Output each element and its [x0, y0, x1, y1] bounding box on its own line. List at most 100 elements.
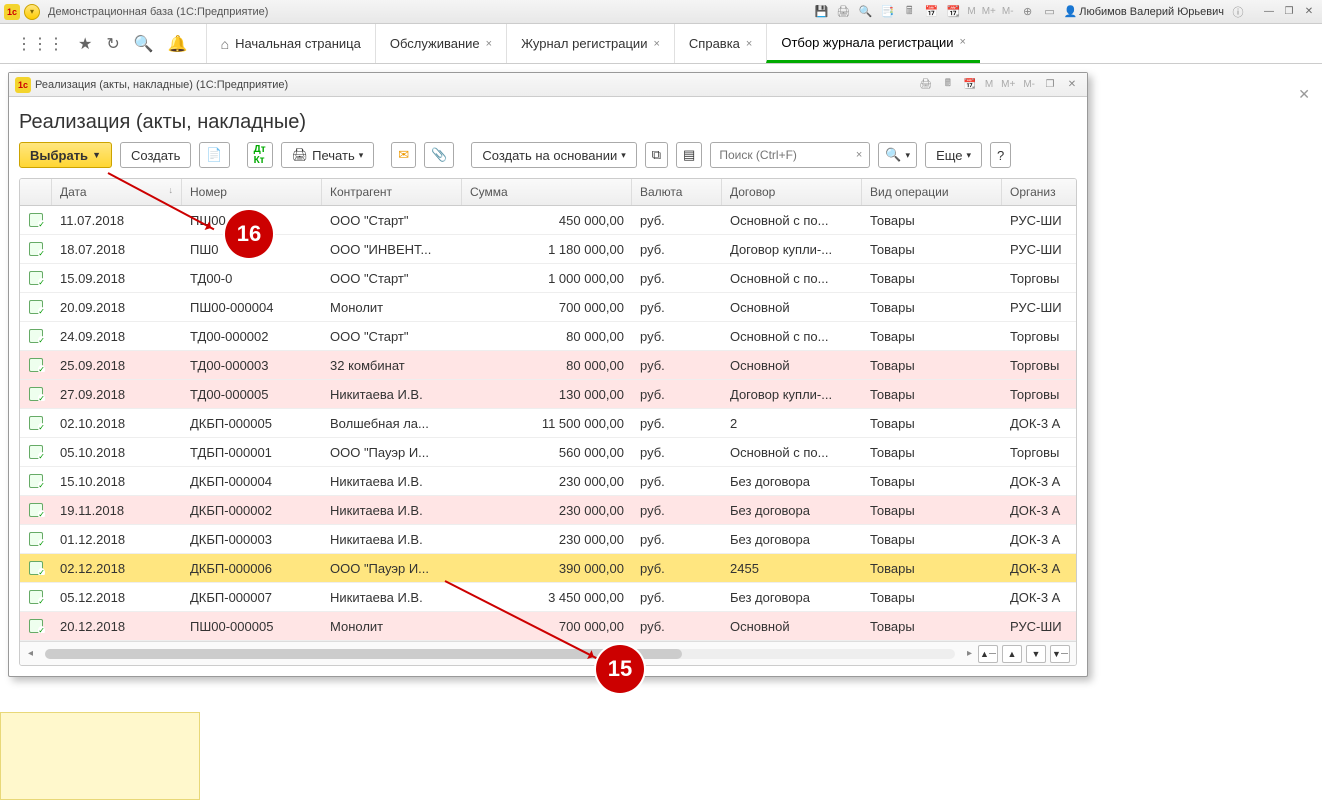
- nav-up-button[interactable]: ▲: [1002, 645, 1022, 663]
- star-icon[interactable]: ★: [78, 34, 92, 54]
- search-clear-icon[interactable]: ×: [853, 149, 865, 161]
- panel-close-icon[interactable]: ✕: [1298, 86, 1310, 103]
- nav-bottom-button[interactable]: ▼—: [1050, 645, 1070, 663]
- cell-agent: 32 комбинат: [322, 358, 462, 373]
- app-menu-dropdown[interactable]: ▾: [24, 4, 40, 20]
- col-optype[interactable]: Вид операции: [862, 179, 1002, 205]
- cell-optype: Товары: [862, 358, 1002, 373]
- table-row[interactable]: 05.12.2018ДКБП-000007Никитаева И.В.3 450…: [20, 583, 1076, 612]
- col-currency[interactable]: Валюта: [632, 179, 722, 205]
- create-based-button[interactable]: Создать на основании ▾: [471, 142, 636, 168]
- tab-close-icon[interactable]: ×: [653, 38, 659, 50]
- memory-mminus[interactable]: M-: [1002, 4, 1014, 20]
- col-contract[interactable]: Договор: [722, 179, 862, 205]
- calc-icon[interactable]: 🖩: [901, 4, 917, 20]
- calendar31-icon[interactable]: 📆: [945, 4, 961, 20]
- tab-close-icon[interactable]: ×: [746, 38, 752, 50]
- memory-mplus[interactable]: M+: [982, 4, 996, 20]
- calendar-icon[interactable]: 📅: [923, 4, 939, 20]
- table-row[interactable]: 20.12.2018ПШ00-000005Монолит700 000,00ру…: [20, 612, 1076, 641]
- save-icon[interactable]: 💾: [813, 4, 829, 20]
- tab-close-icon[interactable]: ×: [960, 36, 966, 48]
- nav-down-button[interactable]: ▼: [1026, 645, 1046, 663]
- tab-close-icon[interactable]: ×: [486, 38, 492, 50]
- cell-number: ТД00-000002: [182, 329, 322, 344]
- create-button[interactable]: Создать: [120, 142, 191, 168]
- sub-mplus[interactable]: M+: [999, 77, 1017, 93]
- sub-mminus[interactable]: M-: [1021, 77, 1037, 93]
- cell-sum: 700 000,00: [462, 300, 632, 315]
- dtkt-button[interactable]: ДтКт: [247, 142, 273, 168]
- col-number[interactable]: Номер: [182, 179, 322, 205]
- sub-close-button[interactable]: ✕: [1063, 77, 1081, 93]
- tab-Отбор журнала регистрации[interactable]: Отбор журнала регистрации×: [766, 24, 980, 63]
- table-row[interactable]: 20.09.2018ПШ00-000004Монолит700 000,00ру…: [20, 293, 1076, 322]
- panel-icon[interactable]: ▭: [1042, 4, 1058, 20]
- help-button[interactable]: ?: [990, 142, 1011, 168]
- attach-button[interactable]: 📎: [424, 142, 454, 168]
- restore-button[interactable]: ❐: [1280, 5, 1298, 19]
- min-button[interactable]: —: [1260, 5, 1278, 19]
- sub-toolbar: Выбрать ▼ Создать 📄 ДтКт 🖨 Печать ▾ ✉ 📎 …: [9, 142, 1087, 178]
- mail-button[interactable]: ✉: [391, 142, 416, 168]
- col-sum[interactable]: Сумма: [462, 179, 632, 205]
- compare-icon[interactable]: 📑: [879, 4, 895, 20]
- col-org[interactable]: Организ: [1002, 179, 1077, 205]
- scroll-left-icon[interactable]: ◂: [26, 648, 35, 659]
- table-row[interactable]: 24.09.2018ТД00-000002ООО "Старт"80 000,0…: [20, 322, 1076, 351]
- cell-contract: Без договора: [722, 532, 862, 547]
- table-row[interactable]: 01.12.2018ДКБП-000003Никитаева И.В.230 0…: [20, 525, 1076, 554]
- sub-print-icon[interactable]: 🖨: [917, 77, 935, 93]
- hscrollbar[interactable]: [45, 649, 955, 659]
- table-row[interactable]: 18.07.2018ПШ0ООО "ИНВЕНТ...1 180 000,00р…: [20, 235, 1076, 264]
- search-icon[interactable]: 🔍: [134, 34, 154, 54]
- search-input[interactable]: [719, 148, 853, 162]
- cell-date: 20.12.2018: [52, 619, 182, 634]
- table-row[interactable]: 15.10.2018ДКБП-000004Никитаева И.В.230 0…: [20, 467, 1076, 496]
- table-row[interactable]: 25.09.2018ТД00-00000332 комбинат80 000,0…: [20, 351, 1076, 380]
- cell-date: 15.10.2018: [52, 474, 182, 489]
- more-button[interactable]: Еще ▾: [925, 142, 982, 168]
- close-button[interactable]: ✕: [1300, 5, 1318, 19]
- scroll-right-icon[interactable]: ▸: [965, 648, 974, 659]
- search-box[interactable]: ×: [710, 142, 870, 168]
- tab-Начальная страница[interactable]: ⌂Начальная страница: [206, 24, 375, 63]
- find-button[interactable]: 🔍 ▾: [878, 142, 917, 168]
- select-button[interactable]: Выбрать ▼: [19, 142, 112, 168]
- cell-date: 02.10.2018: [52, 416, 182, 431]
- sub-m[interactable]: M: [983, 77, 995, 93]
- preview-icon[interactable]: 🔍: [857, 4, 873, 20]
- cell-org: ДОК-3 А: [1002, 590, 1076, 605]
- copy-button[interactable]: 📄: [199, 142, 229, 168]
- info-icon[interactable]: ⓘ: [1230, 4, 1246, 20]
- sub-calc-icon[interactable]: 🖩: [939, 77, 957, 93]
- structure-button[interactable]: ⧉: [645, 142, 668, 168]
- memory-m[interactable]: M: [967, 4, 975, 20]
- table-row[interactable]: 02.10.2018ДКБП-000005Волшебная ла...11 5…: [20, 409, 1076, 438]
- table-row[interactable]: 19.11.2018ДКБП-000002Никитаева И.В.230 0…: [20, 496, 1076, 525]
- sub-restore-button[interactable]: ❐: [1041, 77, 1059, 93]
- tab-Обслуживание[interactable]: Обслуживание×: [375, 24, 506, 63]
- nav-top-button[interactable]: ▲—: [978, 645, 998, 663]
- apps-icon[interactable]: ⋮⋮⋮: [16, 34, 64, 54]
- sub-cal31-icon[interactable]: 📆: [961, 77, 979, 93]
- cell-contract: 2: [722, 416, 862, 431]
- current-user[interactable]: 👤 Любимов Валерий Юрьевич: [1064, 5, 1224, 18]
- table-row[interactable]: 15.09.2018ТД00-0ООО "Старт"1 000 000,00р…: [20, 264, 1076, 293]
- col-agent[interactable]: Контрагент: [322, 179, 462, 205]
- tab-Справка[interactable]: Справка×: [674, 24, 766, 63]
- table-row[interactable]: 02.12.2018ДКБП-000006ООО "Пауэр И...390 …: [20, 554, 1076, 583]
- grid-body: 11.07.2018ПШ00ООО "Старт"450 000,00руб.О…: [20, 206, 1076, 641]
- zoom-icon[interactable]: ⊕: [1020, 4, 1036, 20]
- table-row[interactable]: 05.10.2018ТДБП-000001ООО "Пауэр И...560 …: [20, 438, 1076, 467]
- cell-org: РУС-ШИ: [1002, 300, 1076, 315]
- history-icon[interactable]: ↻: [106, 34, 119, 54]
- col-icon[interactable]: [20, 179, 52, 205]
- tab-Журнал регистрации[interactable]: Журнал регистрации×: [506, 24, 674, 63]
- bell-icon[interactable]: 🔔: [168, 34, 188, 54]
- table-row[interactable]: 27.09.2018ТД00-000005Никитаева И.В.130 0…: [20, 380, 1076, 409]
- print-icon[interactable]: 🖨: [835, 4, 851, 20]
- print-button[interactable]: 🖨 Печать ▾: [281, 142, 375, 168]
- row-icon: [20, 300, 52, 314]
- list-button[interactable]: ▤: [676, 142, 702, 168]
